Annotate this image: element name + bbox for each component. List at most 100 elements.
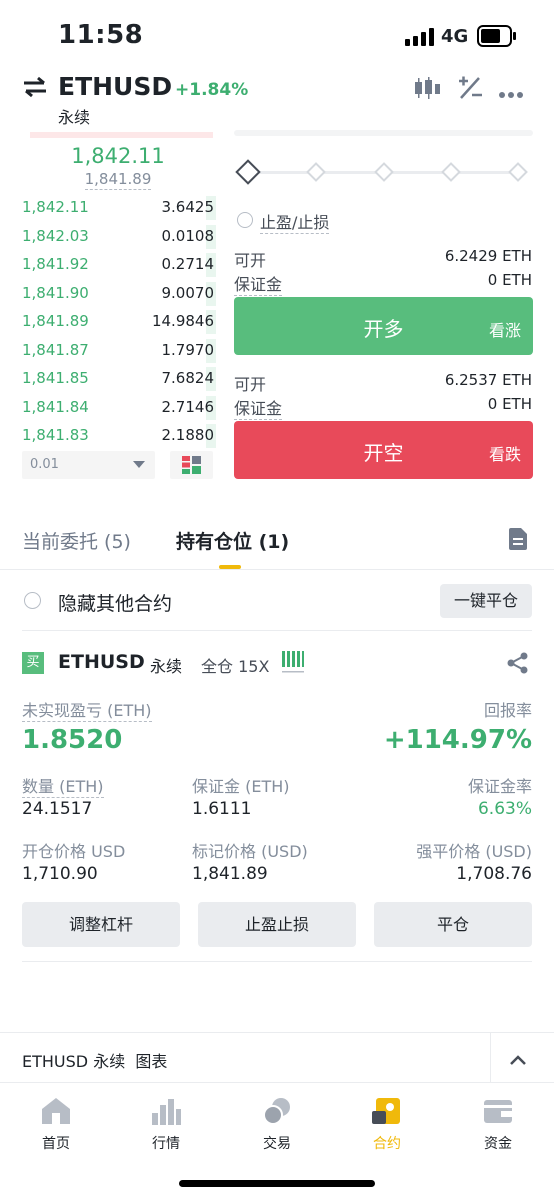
bid-qty: 3.6425 — [161, 198, 215, 216]
short-margin-label: 保证金 — [234, 399, 283, 420]
calculator-icon[interactable] — [457, 75, 483, 101]
margin-value: 1.6111 — [192, 799, 252, 819]
tpsl-label[interactable]: 止盈/止损 — [260, 209, 330, 234]
close-all-label: 一键平仓 — [453, 591, 518, 610]
long-avail-label: 可开 — [234, 251, 267, 270]
precision-select[interactable]: 0.01 — [22, 451, 155, 479]
entry-label: 开仓价格 USD — [22, 842, 126, 861]
margin-label: 保证金 (ETH) — [192, 777, 290, 796]
nav-markets[interactable]: 行情 — [126, 1097, 206, 1153]
bid-row[interactable]: 1,841.87 1.7970 — [22, 337, 216, 365]
nav-futures-label: 合约 — [373, 1136, 401, 1152]
nav-wallet-label: 资金 — [484, 1136, 512, 1152]
close-position-button[interactable]: 平仓 — [374, 902, 532, 947]
precision-value: 0.01 — [30, 457, 59, 472]
bid-row[interactable]: 1,841.84 2.7146 — [22, 394, 216, 422]
entry-value: 1,710.90 — [22, 864, 98, 884]
filter-divider — [22, 630, 532, 631]
bid-row[interactable]: 1,841.92 0.2714 — [22, 251, 216, 279]
slider-node-100[interactable] — [508, 162, 528, 182]
bid-qty: 0.0108 — [161, 226, 215, 245]
home-indicator — [179, 1180, 375, 1187]
bid-row[interactable]: 1,842.03 0.0108 — [22, 223, 216, 251]
bid-row[interactable]: 1,841.85 7.6824 — [22, 365, 216, 393]
short-avail-value: 6.2537 ETH — [444, 371, 532, 389]
tab-open-orders[interactable]: 当前委托 (5) — [22, 527, 131, 554]
slider-node-25[interactable] — [306, 162, 326, 182]
battery-icon — [477, 25, 517, 47]
liq-value: 1,708.76 — [456, 864, 532, 884]
bid-qty: 9.0070 — [161, 283, 215, 302]
adjust-leverage-button[interactable]: 调整杠杆 — [22, 902, 180, 947]
layout-icon — [182, 456, 201, 474]
bid-price: 1,841.83 — [22, 426, 89, 444]
bid-row[interactable]: 1,841.89 14.9846 — [22, 308, 216, 336]
share-icon[interactable] — [507, 652, 529, 674]
trade-icon — [263, 1098, 290, 1125]
hide-others-radio[interactable] — [24, 592, 41, 609]
bid-qty: 0.2714 — [161, 255, 215, 273]
ask-depth-bar — [30, 132, 213, 138]
tpsl-button[interactable]: 止盈止损 — [198, 902, 356, 947]
status-time: 11:58 — [58, 20, 144, 50]
bid-row[interactable]: 1,841.83 2.1880 — [22, 422, 216, 450]
bid-row[interactable]: 1,842.11 3.6425 — [22, 194, 216, 222]
roe-value: +114.97% — [383, 725, 532, 755]
margin-ratio-label: 保证金率 — [467, 777, 532, 796]
roe-label: 回报率 — [483, 701, 532, 720]
card-divider — [22, 961, 532, 962]
bid-price: 1,841.87 — [22, 340, 89, 359]
bid-price: 1,841.89 — [22, 312, 89, 330]
bid-qty: 2.7146 — [161, 397, 215, 416]
price-change: +1.84% — [175, 80, 249, 100]
wallet-icon — [484, 1100, 512, 1123]
size-label: 数量 (ETH) — [22, 777, 104, 798]
hide-others-label[interactable]: 隐藏其他合约 — [58, 589, 172, 616]
contract-type: 永续 — [58, 108, 91, 127]
nav-wallet[interactable]: 资金 — [458, 1097, 538, 1153]
tab-positions[interactable]: 持有仓位 (1) — [176, 527, 289, 554]
document-icon[interactable] — [509, 528, 527, 550]
slider-node-75[interactable] — [441, 162, 461, 182]
bid-price: 1,841.84 — [22, 397, 89, 416]
switch-pair-icon[interactable] — [22, 76, 48, 98]
pnl-label: 未实现盈亏 (ETH) — [22, 701, 152, 722]
long-margin-value: 0 ETH — [487, 271, 532, 289]
nav-home[interactable]: 首页 — [16, 1097, 96, 1153]
bid-row[interactable]: 1,841.90 9.0070 — [22, 280, 216, 308]
chevron-up-icon[interactable] — [509, 1051, 527, 1065]
slider-node-50[interactable] — [374, 162, 394, 182]
close-all-button[interactable]: 一键平仓 — [440, 584, 532, 618]
futures-icon — [372, 1098, 400, 1124]
nav-futures[interactable]: 合约 — [347, 1097, 427, 1153]
position-symbol: ETHUSD — [58, 651, 145, 673]
short-margin-value: 0 ETH — [487, 395, 532, 413]
size-value: 24.1517 — [22, 799, 93, 819]
chart-bar-label[interactable]: ETHUSD 永续 图表 — [22, 1048, 167, 1072]
network-type: 4G — [441, 26, 469, 47]
signal-icon — [405, 28, 435, 46]
tabs-divider — [0, 569, 554, 570]
more-icon[interactable] — [499, 84, 523, 98]
tpsl-radio[interactable] — [237, 212, 253, 228]
chart-bar-vdivider — [490, 1033, 491, 1082]
bid-qty: 1.7970 — [161, 340, 215, 359]
chart-bar-top-border — [0, 1032, 554, 1033]
leverage-slider-thumb[interactable] — [235, 159, 261, 185]
bid-price: 1,841.90 — [22, 283, 89, 302]
nav-trade[interactable]: 交易 — [237, 1097, 317, 1153]
home-icon — [42, 1098, 70, 1124]
open-short-button[interactable]: 开空 看跌 — [234, 421, 533, 479]
long-avail-value: 6.2429 ETH — [444, 247, 532, 265]
candlestick-icon[interactable] — [413, 76, 441, 100]
markets-icon — [152, 1099, 181, 1125]
book-layout-toggle[interactable] — [170, 451, 213, 479]
pair-title[interactable]: ETHUSD — [58, 72, 172, 101]
long-margin-label: 保证金 — [234, 275, 283, 296]
bid-price: 1,841.92 — [22, 255, 89, 273]
bid-qty: 14.9846 — [151, 312, 214, 330]
open-long-button[interactable]: 开多 看涨 — [234, 297, 533, 355]
bid-price: 1,842.11 — [22, 198, 89, 216]
caret-down-icon — [133, 461, 145, 468]
open-long-hint: 看涨 — [488, 321, 521, 340]
